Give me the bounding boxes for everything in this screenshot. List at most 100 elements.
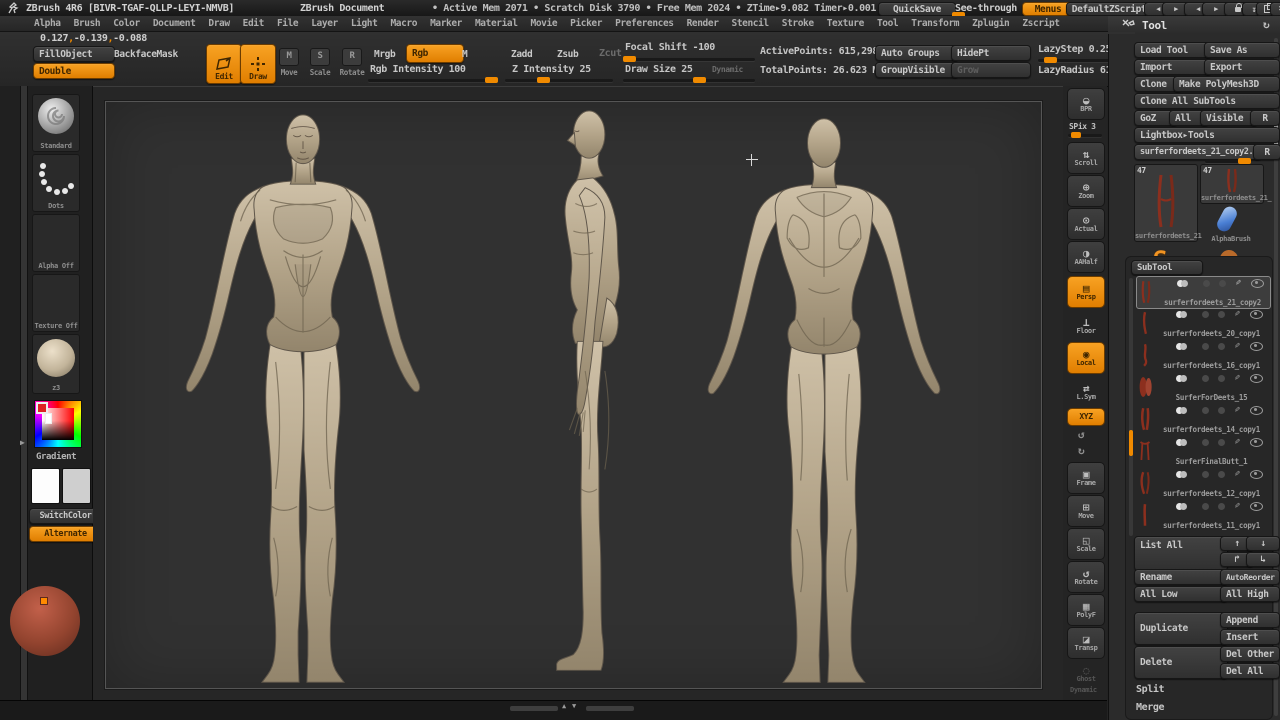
default-zscript-button[interactable]: DefaultZScript [1066,2,1152,16]
export-button[interactable]: Export [1204,59,1280,75]
paintbrush-icon[interactable]: ✎ [1232,406,1242,411]
polypaint-icon[interactable] [1176,438,1187,449]
menu-item-transform[interactable]: Transform [911,18,959,29]
visibility-eye-icon[interactable] [1250,438,1263,447]
double-toggle[interactable]: Double [33,63,115,79]
visibility-eye-icon[interactable] [1250,406,1263,415]
zsub-toggle[interactable]: Zsub [551,46,605,62]
polypaint-icon[interactable] [1176,502,1187,513]
rename-button[interactable]: Rename [1134,569,1228,585]
secondary-color-swatch[interactable] [62,468,91,504]
menu-item-macro[interactable]: Macro [390,18,417,29]
lazystep-knob[interactable] [1044,57,1057,63]
local-toggle[interactable]: ◉Local [1067,342,1105,374]
subtool-row[interactable]: ✎ surferfordeets_20_copy1 [1136,308,1269,339]
lightbox-tools-button[interactable]: Lightbox▸Tools [1134,127,1280,143]
displacement-icon[interactable] [1218,342,1225,353]
m-toggle[interactable]: M [456,46,510,62]
displacement-icon[interactable] [1218,502,1225,513]
duplicate-button[interactable]: Duplicate [1134,612,1228,645]
menu-item-movie[interactable]: Movie [531,18,558,29]
clone-all-subtools-button[interactable]: Clone All SubTools [1134,93,1280,109]
subtool-list-scrollbar-thumb[interactable] [1129,430,1133,456]
menu-item-brush[interactable]: Brush [74,18,101,29]
subtool-list-scrollbar[interactable] [1129,278,1133,536]
recent-tool-thumbnail[interactable]: 47 surferfordeets_21_ [1200,164,1264,204]
sculpt-front-view[interactable] [164,108,442,694]
draw-size-knob[interactable] [693,77,706,83]
menu-item-stroke[interactable]: Stroke [782,18,814,29]
current-brush-thumbnail[interactable]: Standard [32,94,80,152]
delete-button[interactable]: Delete [1134,646,1228,679]
subtool-move-down-button[interactable]: ↳ [1246,552,1280,567]
polypaint-icon[interactable] [1176,374,1187,385]
move3d-button[interactable]: ⊞Move [1067,495,1105,527]
edit-toggle[interactable]: Edit [206,44,242,84]
menu-item-material[interactable]: Material [475,18,518,29]
displacement-icon[interactable] [1219,279,1226,290]
bpr-button[interactable]: ◒BPR [1067,88,1105,120]
alternate-toggle[interactable]: Alternate [29,526,102,542]
displacement-icon[interactable] [1218,470,1225,481]
split-section-label[interactable]: Split [1136,684,1164,695]
paintbrush-icon[interactable]: ✎ [1232,438,1242,443]
backfacemask-button[interactable]: BackfaceMask [108,46,202,62]
uv-icon[interactable] [1202,470,1209,481]
current-alpha-thumbnail[interactable]: Alpha Off [32,214,80,272]
frame-button[interactable]: ▣Frame [1067,462,1105,494]
rotate-button[interactable]: R Rotate [339,48,365,78]
visibility-eye-icon[interactable] [1250,374,1263,383]
move-button[interactable]: M Move [277,48,301,78]
uv-icon[interactable] [1202,342,1209,353]
draw-toggle[interactable]: Draw [240,44,276,84]
menu-item-file[interactable]: File [277,18,298,29]
document[interactable] [105,101,1042,689]
paintbrush-icon[interactable]: ✎ [1232,342,1242,347]
autoreorder-button[interactable]: AutoReorder [1220,569,1280,585]
zcut-toggle[interactable]: Zcut [599,48,621,59]
load-tool-button[interactable]: Load Tool [1134,42,1212,58]
menu-item-zscript[interactable]: Zscript [1022,18,1059,29]
scroll-button[interactable]: ⇅Scroll [1067,142,1105,174]
switchcolor-button[interactable]: SwitchColor [29,508,102,524]
zoom-button[interactable]: ⊕Zoom [1067,175,1105,207]
current-stroke-thumbnail[interactable]: Dots [32,154,80,212]
gradient-label[interactable]: Gradient [36,452,76,462]
draw-size-slider[interactable] [623,79,755,82]
paintbrush-icon[interactable]: ✎ [1232,310,1242,315]
alphabrush-item[interactable]: AlphaBrush [1200,204,1262,244]
tray-handle-right[interactable] [586,706,634,711]
actual-button[interactable]: ⊙Actual [1067,208,1105,240]
menu-item-alpha[interactable]: Alpha [34,18,61,29]
subtool-row[interactable]: ✎ surferfordeets_16_copy1 [1136,340,1269,371]
uv-icon[interactable] [1202,374,1209,385]
canvas-area[interactable] [93,86,1063,701]
uv-icon[interactable] [1202,502,1209,513]
z-intensity-knob[interactable] [537,77,550,83]
append-button[interactable]: Append [1220,612,1280,628]
menu-item-edit[interactable]: Edit [243,18,264,29]
persp-toggle[interactable]: ▤Persp [1067,276,1105,308]
polypaint-icon[interactable] [1176,342,1187,353]
z-intensity-slider[interactable] [505,79,613,82]
subtool-row-selected[interactable]: ✎ surferfordeets_21_copy2 [1136,276,1271,309]
sculpt-back-view[interactable] [686,112,962,694]
undo-icon[interactable]: ↺ [1078,428,1084,441]
displacement-icon[interactable] [1218,438,1225,449]
tray-collapse-icon[interactable]: ▶ [20,438,24,447]
aahalf-button[interactable]: ◑AAHalf [1067,241,1105,273]
polypaint-icon[interactable] [1177,279,1188,290]
fillobject-button[interactable]: FillObject [33,46,115,62]
uv-icon[interactable] [1202,406,1209,417]
save-as-button[interactable]: Save As [1204,42,1280,58]
displacement-icon[interactable] [1218,374,1225,385]
del-other-button[interactable]: Del Other [1220,646,1280,662]
auto-groups-button[interactable]: Auto Groups [875,45,959,61]
sculpt-side-view[interactable] [528,105,666,691]
visibility-eye-icon[interactable] [1250,310,1263,319]
palette-cycle-icon[interactable]: ↻ [1263,18,1269,31]
list-all-button[interactable]: List All [1134,536,1228,571]
menu-item-marker[interactable]: Marker [430,18,462,29]
subtool-row[interactable]: ✎ surferfordeets_12_copy1 [1136,468,1269,499]
menu-item-layer[interactable]: Layer [311,18,338,29]
